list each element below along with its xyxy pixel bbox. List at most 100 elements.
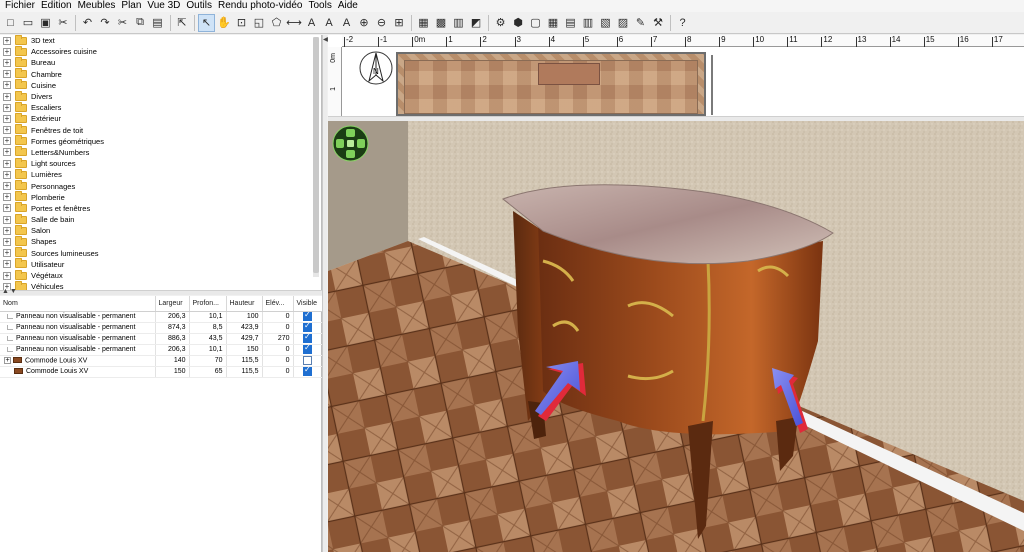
expand-plus-icon[interactable]: + <box>3 271 11 280</box>
catalog-category[interactable]: + Véhicules <box>0 280 321 290</box>
compass-icon[interactable]: N <box>358 50 394 86</box>
table-row[interactable]: Panneau non visualisable - permanent 874,… <box>0 322 323 334</box>
catalog-category[interactable]: + Personnages <box>0 180 321 191</box>
catalog-splitter[interactable]: ▲▼ <box>0 288 322 295</box>
3d-view[interactable] <box>328 121 1024 552</box>
catalog-category[interactable]: + Cuisine <box>0 79 321 91</box>
menu-plan[interactable]: Plan <box>119 0 145 12</box>
italic-button[interactable]: A <box>338 14 355 32</box>
expand-plus-icon[interactable]: + <box>3 58 11 67</box>
expand-plus-icon[interactable]: + <box>3 92 11 101</box>
image-button[interactable]: ▨ <box>615 14 632 32</box>
catalog-category[interactable]: + Portes et fenêtres <box>0 202 321 214</box>
expand-plus-icon[interactable]: + <box>3 148 11 157</box>
visible-checkbox[interactable] <box>303 322 312 332</box>
expand-plus-icon[interactable]: + <box>3 47 11 56</box>
material-button[interactable]: ⬢ <box>510 14 527 32</box>
catalog-category[interactable]: + Salle de bain <box>0 213 321 225</box>
create-polylines-button[interactable]: ⬠ <box>268 14 285 32</box>
catalog-category[interactable]: + Accessoires cuisine <box>0 45 321 57</box>
plan-scrollbar[interactable] <box>711 55 713 115</box>
help-button[interactable]: ? <box>674 14 691 32</box>
catalog-category[interactable]: + Formes géométriques <box>0 135 321 147</box>
catalog-category[interactable]: + Chambre <box>0 68 321 80</box>
catalog-category[interactable]: + Light sources <box>0 157 321 169</box>
redo-button[interactable]: ↷ <box>97 14 114 32</box>
expand-plus-icon[interactable]: + <box>3 137 11 146</box>
visible-checkbox[interactable] <box>303 366 312 376</box>
expand-plus-icon[interactable]: + <box>3 170 11 179</box>
menu-meubles[interactable]: Meubles <box>76 0 120 12</box>
expand-plus-icon[interactable]: + <box>3 182 11 191</box>
catalog-category[interactable]: + Letters&Numbers <box>0 146 321 158</box>
menu-vue-3d[interactable]: Vue 3D <box>145 0 184 12</box>
save-button[interactable]: ▣ <box>37 14 54 32</box>
table-row[interactable]: Panneau non visualisable - permanent 206,… <box>0 344 323 356</box>
expand-plus-icon[interactable]: + <box>3 237 11 246</box>
print-button[interactable]: ▥ <box>580 14 597 32</box>
column-header[interactable]: Elév... <box>262 296 294 312</box>
catalog-scrollbar[interactable] <box>313 37 319 277</box>
furniture-catalog-tree[interactable]: +3D text + Accessoires cuisine + Bureau + Cham… <box>0 35 322 290</box>
table-row[interactable]: Panneau non visualisable - permanent 886,… <box>0 333 323 345</box>
copy-button[interactable]: ⧉ <box>132 14 149 32</box>
tools-button[interactable]: ⚒ <box>650 14 667 32</box>
column-header[interactable]: Nom <box>0 296 156 312</box>
expand-plus-icon[interactable]: + <box>3 226 11 235</box>
open-button[interactable]: ▭ <box>20 14 37 32</box>
pdf-button[interactable]: ▧ <box>597 14 614 32</box>
catalog-category[interactable]: + Bureau <box>0 56 321 68</box>
menu-rendu-photo-vid-o[interactable]: Rendu photo-vidéo <box>216 0 307 12</box>
cut2-button[interactable]: ✂ <box>114 14 131 32</box>
expand-plus-icon[interactable]: + <box>4 356 11 364</box>
menu-tools[interactable]: Tools <box>306 0 335 12</box>
expand-plus-icon[interactable]: + <box>3 114 11 123</box>
photo-button[interactable]: ▦ <box>415 14 432 32</box>
expand-plus-icon[interactable]: + <box>3 103 11 112</box>
table-row[interactable]: Commode Louis XV 150 65 115,5 0 <box>0 366 323 378</box>
catalog-category[interactable]: +3D text <box>0 35 321 46</box>
furniture-list[interactable]: Nom Largeur Profon... Hauteur Elév... Visible… <box>0 296 323 552</box>
visible-checkbox[interactable] <box>303 344 312 354</box>
catalog-category[interactable]: + Fenêtres de toit <box>0 124 321 136</box>
table-row[interactable]: + Commode Louis XV 140 70 115,5 0 <box>0 355 323 367</box>
visible-checkbox[interactable] <box>303 356 312 365</box>
expand-plus-icon[interactable]: + <box>3 36 11 45</box>
menu-edition[interactable]: Edition <box>39 0 76 12</box>
text-style-button[interactable]: A <box>321 14 338 32</box>
expand-plus-icon[interactable]: + <box>3 70 11 79</box>
render-button[interactable]: ⚙ <box>492 14 509 32</box>
new-home-button[interactable]: □ <box>2 14 19 32</box>
splitter-arrows-icon[interactable]: ▲▼ <box>2 288 18 295</box>
column-header[interactable]: Largeur <box>155 296 190 312</box>
zoom-in-button[interactable]: ⊕ <box>356 14 373 32</box>
catalog-category[interactable]: + Plomberie <box>0 191 321 203</box>
expand-plus-icon[interactable]: + <box>3 260 11 269</box>
paste-button[interactable]: ▤ <box>149 14 166 32</box>
catalog-category[interactable]: + Extérieur <box>0 112 321 124</box>
pan-mode-button[interactable]: ✋ <box>216 14 233 32</box>
add-furniture-button[interactable]: ⇱ <box>174 14 191 32</box>
visible-checkbox[interactable] <box>303 333 312 343</box>
commode-plan-item[interactable] <box>538 63 600 85</box>
layout-button[interactable]: ▤ <box>562 14 579 32</box>
cut-button[interactable]: ✂ <box>55 14 72 32</box>
texture-button[interactable]: ▢ <box>527 14 544 32</box>
create-dimensions-button[interactable]: ⟷ <box>286 14 303 32</box>
catalog-category[interactable]: + Divers <box>0 90 321 102</box>
expand-plus-icon[interactable]: + <box>3 159 11 168</box>
catalog-category[interactable]: + Lumières <box>0 168 321 180</box>
column-header[interactable]: Hauteur <box>226 296 263 312</box>
undo-button[interactable]: ↶ <box>79 14 96 32</box>
catalog-category[interactable]: + Salon <box>0 224 321 236</box>
navigation-arrows-icon[interactable] <box>332 125 369 162</box>
expand-plus-icon[interactable]: + <box>3 126 11 135</box>
column-header[interactable]: Profon... <box>189 296 227 312</box>
expand-plus-icon[interactable]: + <box>3 249 11 258</box>
catalog-category[interactable]: + Sources lumineuses <box>0 247 321 259</box>
grid-button[interactable]: ▦ <box>545 14 562 32</box>
room-outline[interactable] <box>396 52 706 116</box>
catalog-category[interactable]: + Shapes <box>0 235 321 247</box>
export-button[interactable]: ▥ <box>450 14 467 32</box>
expand-plus-icon[interactable]: + <box>3 193 11 202</box>
